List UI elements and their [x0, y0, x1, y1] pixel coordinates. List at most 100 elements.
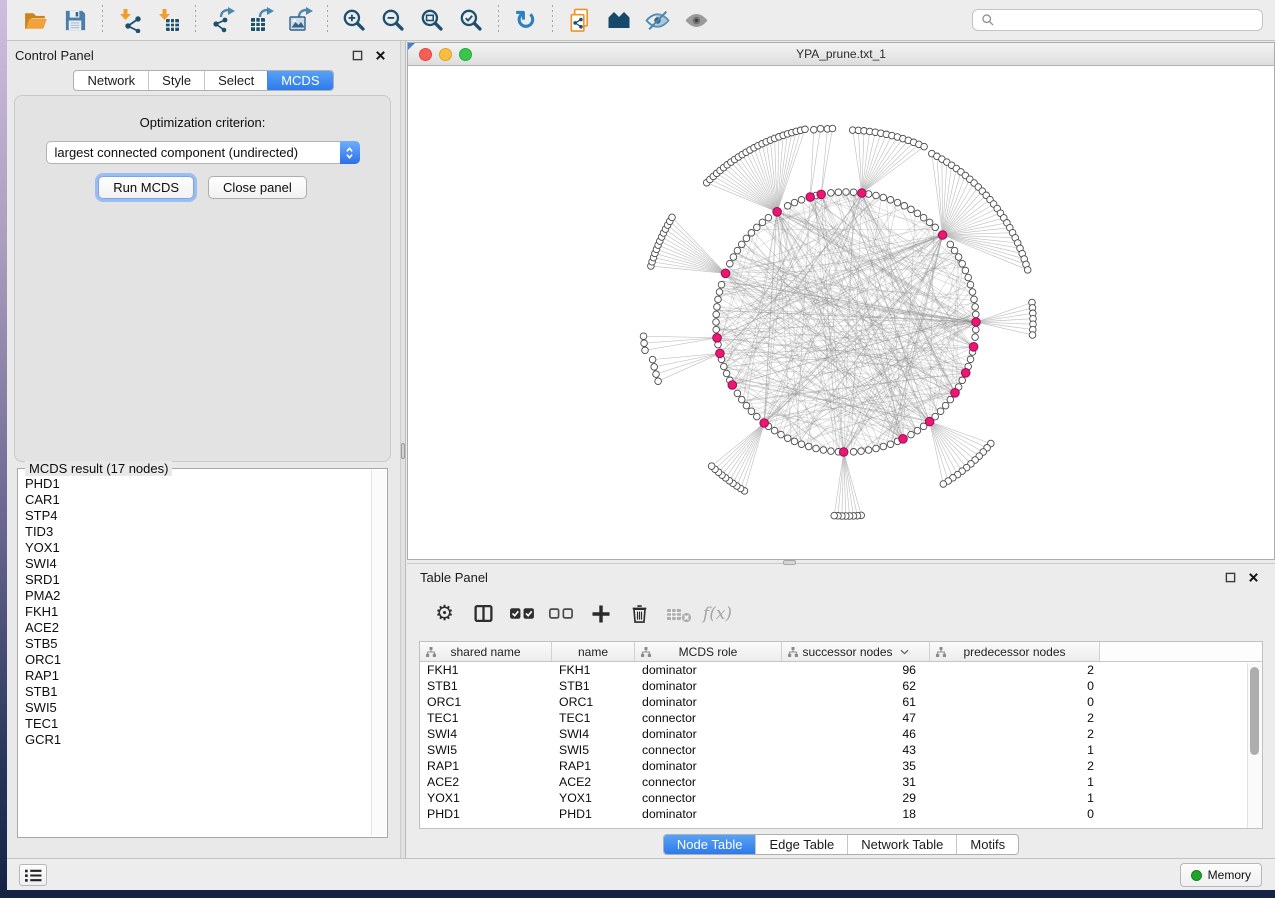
save-icon[interactable] [56, 3, 95, 37]
graph-node[interactable] [738, 396, 745, 403]
graph-node[interactable] [655, 378, 662, 385]
graph-node[interactable] [850, 449, 857, 456]
mcds-result-item[interactable]: STB5 [25, 636, 369, 652]
close-panel-icon[interactable] [375, 50, 386, 61]
graph-node[interactable] [828, 190, 835, 197]
graph-node[interactable] [967, 281, 974, 288]
mcds-result-item[interactable]: RAP1 [25, 668, 369, 684]
graph-selected-node[interactable] [716, 349, 725, 358]
import-network-icon[interactable] [110, 3, 149, 37]
frame-resize-corner[interactable] [408, 43, 415, 50]
column-header-predecessor-nodes[interactable]: predecessor nodes [930, 642, 1100, 661]
graph-selected-node[interactable] [728, 381, 737, 390]
graph-selected-node[interactable] [713, 334, 722, 343]
graph-node[interactable] [914, 427, 921, 434]
close-panel-icon[interactable] [1248, 572, 1259, 583]
table-scrollbar[interactable] [1247, 663, 1262, 828]
graph-node[interactable] [642, 347, 649, 354]
graph-node[interactable] [811, 126, 818, 133]
tab-edge-table[interactable]: Edge Table [755, 835, 847, 854]
graph-node[interactable] [965, 274, 972, 281]
mcds-result-item[interactable]: TID3 [25, 524, 369, 540]
tab-mcds[interactable]: MCDS [267, 71, 332, 90]
graph-node[interactable] [828, 448, 835, 455]
graph-node[interactable] [971, 296, 978, 303]
zoom-out-icon[interactable] [374, 3, 413, 37]
mcds-result-item[interactable]: SRD1 [25, 572, 369, 588]
float-panel-icon[interactable] [1225, 572, 1236, 583]
graph-node[interactable] [805, 443, 812, 450]
graph-node[interactable] [743, 402, 750, 409]
graph-node[interactable] [920, 214, 927, 221]
graph-node[interactable] [754, 224, 761, 231]
graph-node[interactable] [835, 189, 842, 196]
graph-node[interactable] [715, 296, 722, 303]
export-image-icon[interactable] [281, 3, 320, 37]
close-window-icon[interactable] [419, 48, 432, 61]
zoom-selected-icon[interactable] [452, 3, 491, 37]
graph-selected-node[interactable] [938, 231, 947, 240]
tab-network[interactable]: Network [74, 71, 148, 90]
graph-node[interactable] [669, 214, 676, 221]
graph-node[interactable] [937, 408, 944, 415]
graph-node[interactable] [743, 235, 750, 242]
column-header-shared-name[interactable]: shared name [420, 642, 552, 661]
mcds-result-item[interactable]: ACE2 [25, 620, 369, 636]
zoom-in-icon[interactable] [335, 3, 374, 37]
table-row[interactable]: SWI4SWI4dominator462 [420, 726, 1262, 742]
table-row[interactable]: YOX1YOX1connector291 [420, 790, 1262, 806]
graph-node[interactable] [887, 441, 894, 448]
graph-node[interactable] [969, 289, 976, 296]
graph-node[interactable] [802, 126, 809, 133]
graph-selected-node[interactable] [961, 369, 970, 378]
graph-node[interactable] [921, 143, 928, 150]
clone-network-icon[interactable] [560, 3, 599, 37]
graph-node[interactable] [730, 254, 737, 261]
graph-node[interactable] [734, 247, 741, 254]
mcds-result-list[interactable]: PHD1CAR1STP4TID3YOX1SWI4SRD1PMA2FKH1ACE2… [25, 476, 369, 835]
graph-selected-node[interactable] [951, 389, 960, 398]
graph-node[interactable] [820, 447, 827, 454]
table-row[interactable]: SWI5SWI5connector431 [420, 742, 1262, 758]
export-network-icon[interactable] [203, 3, 242, 37]
mcds-result-item[interactable]: CAR1 [25, 492, 369, 508]
tab-motifs[interactable]: Motifs [956, 835, 1018, 854]
graph-node[interactable] [873, 192, 880, 199]
graph-node[interactable] [955, 254, 962, 261]
export-table-icon[interactable] [242, 3, 281, 37]
table-row[interactable]: RAP1RAP1dominator352 [420, 758, 1262, 774]
search-box[interactable] [972, 9, 1263, 31]
network-graph[interactable] [408, 66, 1273, 558]
tab-select[interactable]: Select [204, 71, 267, 90]
graph-selected-node[interactable] [760, 419, 769, 428]
hide-selected-icon[interactable] [638, 3, 677, 37]
graph-node[interactable] [880, 443, 887, 450]
graph-node[interactable] [641, 340, 648, 347]
graph-node[interactable] [784, 203, 791, 210]
graph-node[interactable] [640, 333, 647, 340]
graph-node[interactable] [972, 334, 979, 341]
graph-node[interactable] [973, 311, 980, 318]
graph-selected-node[interactable] [839, 448, 848, 457]
mcds-result-item[interactable]: GCR1 [25, 732, 369, 748]
column-header-name[interactable]: name [552, 642, 635, 661]
graph-selected-node[interactable] [899, 435, 908, 444]
graph-node[interactable] [908, 206, 915, 213]
graph-node[interactable] [771, 427, 778, 434]
graph-node[interactable] [1024, 267, 1031, 274]
first-neighbors-icon[interactable] [599, 3, 638, 37]
graph-node[interactable] [914, 210, 921, 217]
graph-node[interactable] [765, 214, 772, 221]
graph-selected-node[interactable] [925, 417, 934, 426]
graph-node[interactable] [738, 241, 745, 248]
graph-selected-node[interactable] [817, 190, 826, 199]
column-header-MCDS-role[interactable]: MCDS role [635, 642, 782, 661]
memory-button[interactable]: Memory [1180, 863, 1262, 887]
graph-node[interactable] [798, 197, 805, 204]
graph-node[interactable] [817, 125, 824, 132]
maximize-window-icon[interactable] [459, 48, 472, 61]
table-row[interactable]: PHD1PHD1dominator180 [420, 806, 1262, 822]
mcds-result-item[interactable]: SWI4 [25, 556, 369, 572]
table-row[interactable]: STB1STB1dominator620 [420, 678, 1262, 694]
graph-node[interactable] [932, 224, 939, 231]
